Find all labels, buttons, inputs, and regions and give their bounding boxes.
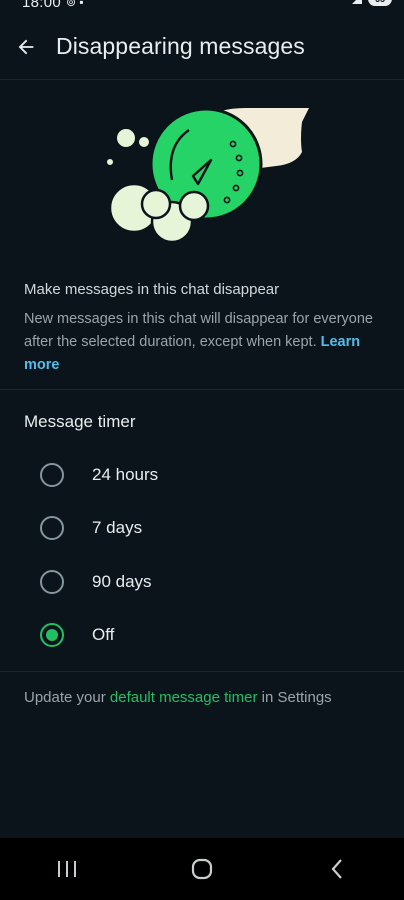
status-time: 18:00 <box>22 0 62 11</box>
settings-note-suffix: in Settings <box>261 689 332 706</box>
home-button[interactable] <box>172 847 232 891</box>
message-timer-heading: Message timer <box>24 412 136 431</box>
radio-button[interactable] <box>40 463 64 487</box>
radio-button[interactable] <box>40 516 64 540</box>
timer-option-off[interactable]: Off <box>0 609 404 661</box>
back-button[interactable] <box>0 21 52 73</box>
option-label: Off <box>92 625 115 644</box>
back-icon <box>331 859 342 879</box>
timer-option-7-days[interactable]: 7 days <box>0 502 404 554</box>
notification-icons: ⊚ ▪ <box>66 0 84 9</box>
default-timer-link[interactable]: default message timer <box>110 689 258 706</box>
app-bar: Disappearing messages <box>0 14 404 80</box>
back-nav-button[interactable] <box>307 847 367 891</box>
arrow-back-icon <box>18 39 34 54</box>
signal-icon <box>352 0 362 4</box>
option-label: 7 days <box>92 518 143 537</box>
description-title: Make messages in this chat disappear <box>24 281 280 298</box>
page-title: Disappearing messages <box>56 33 305 59</box>
divider <box>0 671 404 672</box>
timer-option-90-days[interactable]: 90 days <box>0 556 404 608</box>
divider <box>0 389 404 390</box>
home-icon <box>191 858 213 880</box>
disappearing-messages-illustration <box>105 107 309 244</box>
system-navigation-bar <box>0 838 404 900</box>
settings-note: Update your default message timer in Set… <box>24 689 332 706</box>
settings-note-prefix: Update your <box>24 689 106 706</box>
battery-indicator: 65 <box>368 0 392 6</box>
recent-apps-button[interactable] <box>37 847 97 891</box>
status-icons: 65 <box>352 0 392 6</box>
status-bar: 18:00 ⊚ ▪ 65 <box>0 0 404 14</box>
disappearing-messages-screen: 18:00 ⊚ ▪ 65 Disappearing messages <box>0 0 404 900</box>
radio-button[interactable] <box>40 570 64 594</box>
option-label: 90 days <box>92 572 152 591</box>
description-body: New messages in this chat will disappear… <box>24 308 384 377</box>
radio-button-selected[interactable] <box>40 623 64 647</box>
recent-apps-icon <box>58 861 77 877</box>
option-label: 24 hours <box>92 465 159 484</box>
timer-option-24-hours[interactable]: 24 hours <box>0 449 404 501</box>
